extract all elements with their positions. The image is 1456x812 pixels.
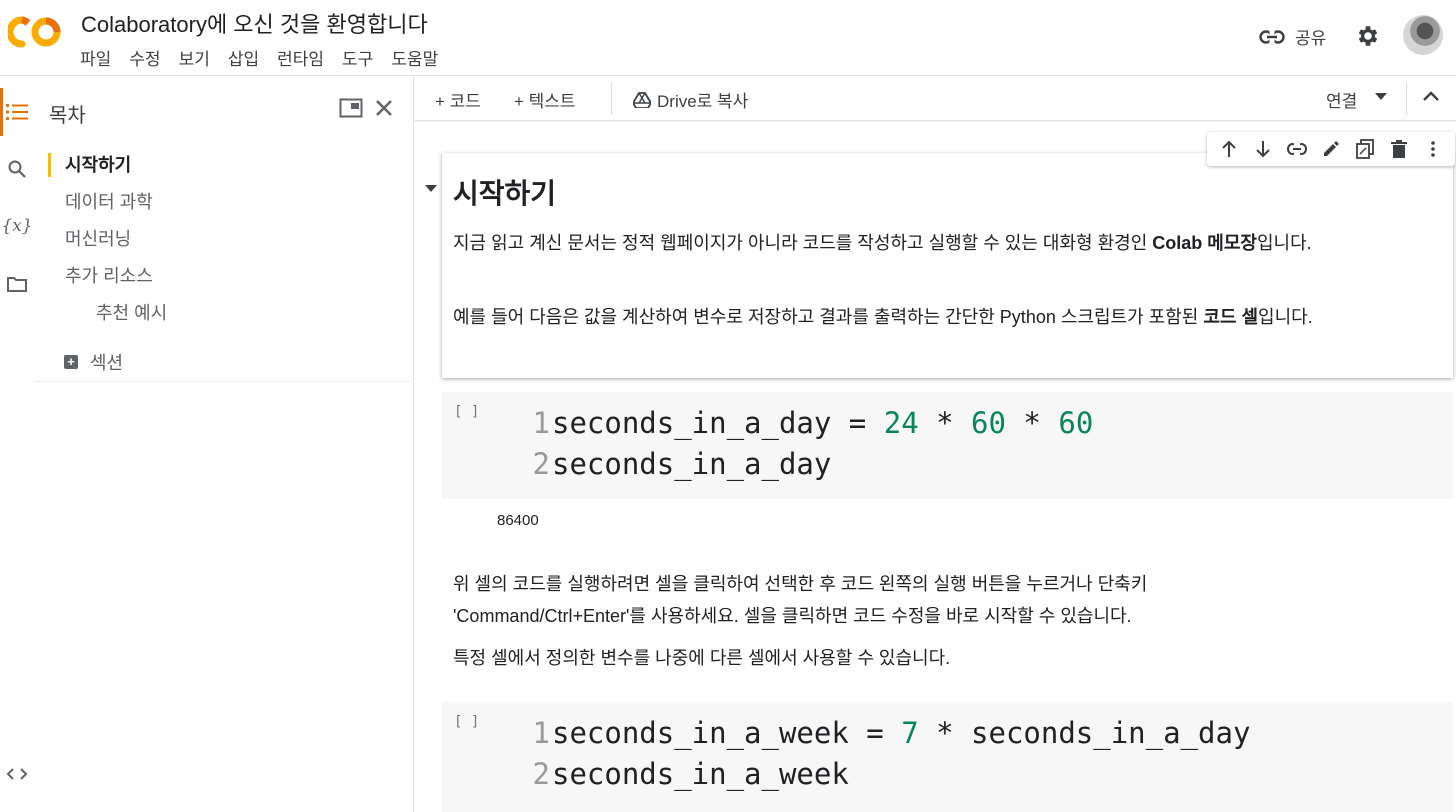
open-in-tab-icon[interactable] <box>338 95 364 121</box>
table-of-contents-panel: 목차 시작하기 데이터 과학 머신러닝 추가 리소스 추천 예시 + 섹션 <box>34 77 414 812</box>
code-cell-2[interactable]: [ ] 1seconds_in_a_week = 7 * seconds_in_… <box>442 702 1453 812</box>
toc-item-featured-examples[interactable]: 추천 예시 <box>48 301 408 338</box>
collapse-header-icon[interactable] <box>1423 91 1439 101</box>
notebook-toolbar: + 코드 + 텍스트 Drive로 복사 연결 <box>415 77 1456 121</box>
copy-to-drive-label: Drive로 복사 <box>657 92 749 111</box>
add-text-button[interactable]: + 텍스트 <box>514 87 576 112</box>
mirror-cell-icon[interactable] <box>1348 132 1382 166</box>
plus-box-icon: + <box>64 355 78 369</box>
code-snippets-icon[interactable] <box>4 761 30 787</box>
settings-gear-icon[interactable] <box>1355 23 1381 49</box>
toolbar-separator <box>611 83 612 115</box>
menu-bar: 파일 수정 보기 삽입 런타임 도구 도움말 <box>80 45 456 70</box>
menu-help[interactable]: 도움말 <box>391 45 446 70</box>
edit-pencil-icon[interactable] <box>1314 132 1348 166</box>
more-options-icon[interactable] <box>1416 132 1450 166</box>
delete-trash-icon[interactable] <box>1382 132 1416 166</box>
run-instructions-paragraph: 위 셀의 코드를 실행하려면 셀을 클릭하여 선택한 후 코드 왼쪽의 실행 버… <box>453 574 1148 626</box>
add-section-label: 섹션 <box>90 353 124 373</box>
folder-icon[interactable] <box>4 271 30 297</box>
toc-item-getting-started[interactable]: 시작하기 <box>48 153 408 190</box>
run-cell-button[interactable]: [ ] <box>454 714 479 730</box>
cell-output: 86400 <box>497 512 539 529</box>
code-line[interactable]: 1seconds_in_a_week = 7 * seconds_in_a_da… <box>524 716 1251 750</box>
move-down-icon[interactable] <box>1246 132 1280 166</box>
top-header: Colaboratory에 오신 것을 환영합니다 파일 수정 보기 삽입 런타… <box>0 0 1456 76</box>
menu-view[interactable]: 보기 <box>179 45 218 70</box>
close-icon[interactable] <box>371 95 397 121</box>
code-cell-1[interactable]: [ ] 1seconds_in_a_day = 24 * 60 * 60 2se… <box>442 392 1453 499</box>
toc-title: 목차 <box>49 105 86 127</box>
toc-item-machine-learning[interactable]: 머신러닝 <box>48 227 408 264</box>
toc-divider <box>34 381 414 382</box>
share-label: 공유 <box>1295 29 1327 48</box>
toc-item-more-resources[interactable]: 추가 리소스 <box>48 264 408 301</box>
drive-icon <box>633 91 651 108</box>
variables-paragraph: 특정 셀에서 정의한 변수를 나중에 다른 셀에서 사용할 수 있습니다. <box>453 648 951 668</box>
rail-active-indicator <box>0 88 3 136</box>
link-icon <box>1259 29 1285 44</box>
search-icon[interactable] <box>4 156 30 182</box>
code-line[interactable]: 2seconds_in_a_day <box>524 447 832 481</box>
link-icon[interactable] <box>1280 132 1314 166</box>
user-avatar[interactable] <box>1403 15 1443 55</box>
add-code-button[interactable]: + 코드 <box>435 87 481 112</box>
side-icon-rail: {x} <box>0 77 34 812</box>
move-up-icon[interactable] <box>1212 132 1246 166</box>
code-line[interactable]: 1seconds_in_a_day = 24 * 60 * 60 <box>524 406 1094 440</box>
variables-icon[interactable]: {x} <box>1 213 32 239</box>
toc-item-data-science[interactable]: 데이터 과학 <box>48 190 408 227</box>
share-button[interactable]: 공유 <box>1259 24 1326 49</box>
notebook-title[interactable]: Colaboratory에 오신 것을 환영합니다 <box>81 7 428 39</box>
connect-label: 연결 <box>1326 92 1358 111</box>
colab-logo[interactable] <box>8 14 64 50</box>
run-cell-button[interactable]: [ ] <box>454 404 479 420</box>
table-of-contents-icon[interactable] <box>4 99 30 125</box>
code-line[interactable]: 2seconds_in_a_week <box>524 757 849 791</box>
connect-dropdown-icon[interactable] <box>1375 93 1387 100</box>
add-section-button[interactable]: + 섹션 <box>64 349 123 375</box>
menu-file[interactable]: 파일 <box>80 45 119 70</box>
connect-button[interactable]: 연결 <box>1326 87 1357 112</box>
notebook-area: 시작하기 지금 읽고 계신 문서는 정적 웹페이지가 아니라 코드를 작성하고 … <box>415 122 1456 812</box>
intro-paragraph: 지금 읽고 계신 문서는 정적 웹페이지가 아니라 코드를 작성하고 실행할 수… <box>453 233 1312 253</box>
copy-to-drive-button[interactable]: Drive로 복사 <box>633 87 748 112</box>
toolbar-separator <box>1406 83 1407 115</box>
menu-edit[interactable]: 수정 <box>129 45 168 70</box>
section-collapse-arrow-icon[interactable] <box>425 185 437 192</box>
cell-toolbar <box>1207 132 1455 166</box>
text-cell-selected[interactable]: 시작하기 지금 읽고 계신 문서는 정적 웹페이지가 아니라 코드를 작성하고 … <box>442 153 1453 378</box>
toc-list: 시작하기 데이터 과학 머신러닝 추가 리소스 추천 예시 <box>48 153 408 338</box>
example-paragraph: 예를 들어 다음은 값을 계산하여 변수로 저장하고 결과를 출력하는 간단한 … <box>453 307 1313 327</box>
menu-insert[interactable]: 삽입 <box>228 45 267 70</box>
menu-runtime[interactable]: 런타임 <box>277 45 332 70</box>
section-heading: 시작하기 <box>453 178 557 209</box>
menu-tools[interactable]: 도구 <box>342 45 381 70</box>
